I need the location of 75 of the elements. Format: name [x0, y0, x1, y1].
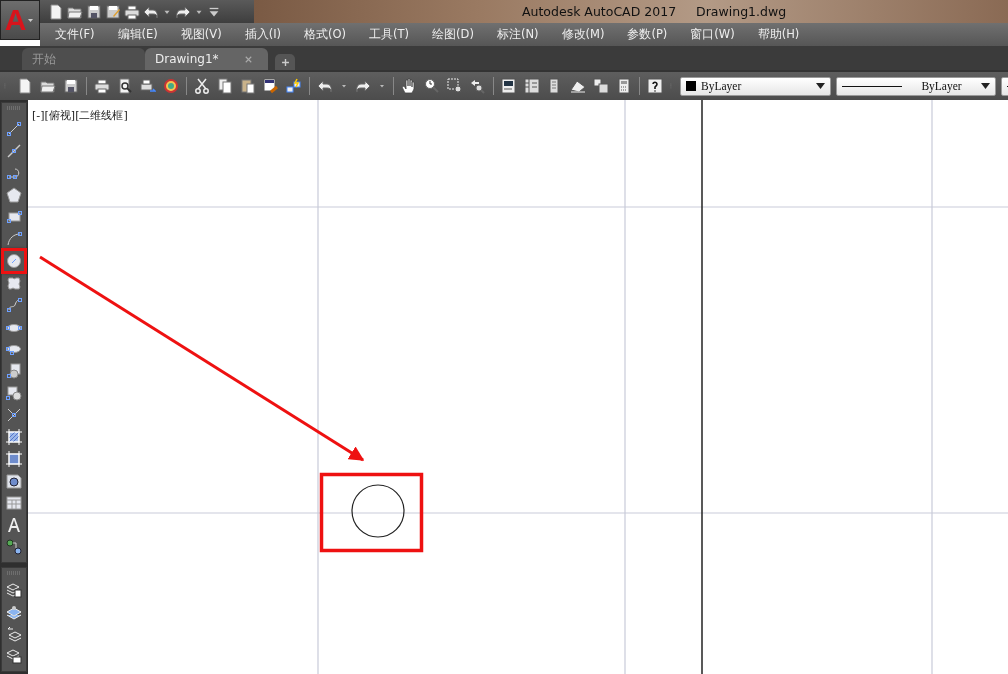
menu-item[interactable]: 参数(P) — [627, 27, 676, 42]
caret-icon — [816, 83, 825, 89]
spline-icon[interactable] — [6, 297, 22, 313]
menu-item[interactable]: 帮助(H) — [757, 27, 808, 42]
file-tab[interactable]: Drawing1* — [145, 48, 268, 70]
plus-icon — [279, 56, 291, 68]
menu-item[interactable]: 标注(N) — [496, 27, 547, 42]
menu-item[interactable]: 绘图(D) — [432, 27, 482, 42]
copy-icon[interactable] — [217, 78, 233, 94]
zoom-previous-icon[interactable] — [470, 78, 486, 94]
layer-previous-icon[interactable] — [6, 626, 22, 642]
print-preview-icon[interactable] — [117, 78, 133, 94]
layer-properties-icon[interactable] — [6, 582, 22, 598]
insert-block-icon[interactable] — [6, 363, 22, 379]
menu-item[interactable]: 编辑(E) — [117, 27, 166, 42]
menu-item[interactable]: 视图(V) — [180, 27, 230, 42]
new-file-icon[interactable] — [17, 78, 33, 94]
menu-item[interactable]: 格式(O) — [304, 27, 355, 42]
sheet-icon[interactable] — [570, 78, 586, 94]
cut-icon[interactable] — [194, 78, 210, 94]
polygon-icon[interactable] — [6, 187, 22, 203]
file-name: Drawing1.dwg — [696, 4, 787, 19]
paste-icon[interactable] — [240, 78, 256, 94]
polyline-icon[interactable] — [6, 165, 22, 181]
color-dropdown[interactable]: ByLayer — [680, 76, 831, 96]
open-folder-icon[interactable] — [40, 78, 56, 94]
match-properties-icon[interactable] — [263, 78, 279, 94]
add-selected-icon[interactable] — [6, 539, 22, 555]
redo-icon[interactable] — [355, 78, 371, 94]
hatch-icon[interactable] — [6, 429, 22, 445]
save-icon[interactable] — [86, 3, 102, 20]
menu-item[interactable]: 插入(I) — [244, 27, 290, 42]
table-icon[interactable] — [6, 495, 22, 511]
zoom-window-icon[interactable] — [447, 78, 463, 94]
zoom-icon[interactable] — [424, 78, 440, 94]
help-icon[interactable] — [647, 78, 663, 94]
calculator-icon[interactable] — [616, 78, 632, 94]
block-icon[interactable] — [6, 385, 22, 401]
properties-icon[interactable] — [501, 78, 517, 94]
layer-states-icon[interactable] — [6, 648, 22, 664]
layer-icon[interactable] — [6, 604, 22, 620]
menu-item[interactable]: 修改(M) — [561, 27, 613, 42]
rectangle-icon[interactable] — [6, 209, 22, 225]
line-icon[interactable] — [6, 121, 22, 137]
text-icon[interactable] — [6, 517, 22, 533]
region-icon[interactable] — [6, 473, 22, 489]
circle-icon[interactable] — [6, 253, 22, 269]
print-icon[interactable] — [124, 3, 140, 20]
render-sphere-icon[interactable] — [163, 78, 179, 94]
pan-hand-icon[interactable] — [401, 78, 417, 94]
menu-item[interactable]: 工具(T) — [369, 27, 418, 42]
caret-icon — [981, 83, 990, 89]
new-file-icon[interactable] — [48, 3, 64, 20]
grid-panel-icon[interactable] — [524, 78, 540, 94]
app-title: Autodesk AutoCAD 2017 — [522, 4, 677, 19]
new-tab-button[interactable] — [275, 54, 295, 70]
markup-icon[interactable] — [593, 78, 609, 94]
arc-icon[interactable] — [6, 231, 22, 247]
caret-icon — [27, 16, 36, 24]
circle-shape — [351, 484, 405, 538]
block-icon[interactable] — [286, 78, 302, 94]
publish-icon[interactable] — [140, 78, 156, 94]
save-as-icon[interactable] — [105, 3, 121, 20]
construction-line-icon[interactable] — [6, 143, 22, 159]
linetype-dropdown[interactable]: ByLayer — [836, 76, 996, 96]
menu-item[interactable]: 窗口(W) — [690, 27, 743, 42]
save-icon[interactable] — [63, 78, 79, 94]
menu-item[interactable]: 文件(F) — [55, 27, 103, 42]
gradient-icon[interactable] — [6, 451, 22, 467]
undo-icon[interactable] — [317, 78, 333, 94]
print-icon[interactable] — [94, 78, 110, 94]
cloud-icon[interactable] — [6, 275, 22, 291]
file-tab[interactable]: 开始 — [22, 48, 145, 70]
viewport-label[interactable]: [-][俯视][二维线框] — [32, 108, 128, 123]
point-icon[interactable] — [6, 407, 22, 423]
